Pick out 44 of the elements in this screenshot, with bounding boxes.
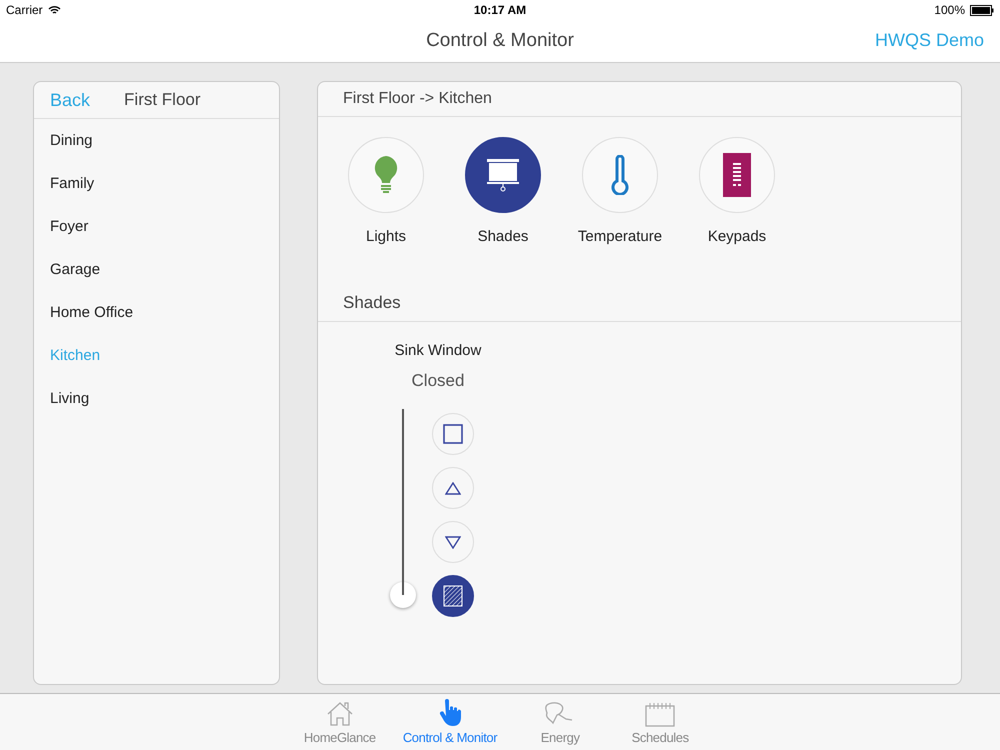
stop-shade-button[interactable] xyxy=(432,413,474,455)
calendar-tab[interactable]: Schedules xyxy=(615,694,706,750)
clock-time: 10:17 AM xyxy=(474,3,526,17)
up-triangle-icon xyxy=(445,482,461,494)
breadcrumb: First Floor -> Kitchen xyxy=(343,90,492,108)
shade-status: Closed xyxy=(410,371,466,391)
room-item[interactable]: Foyer xyxy=(34,205,279,248)
room-item[interactable]: Garage xyxy=(34,248,279,291)
house-icon xyxy=(326,701,354,727)
down-shade-button[interactable] xyxy=(432,521,474,563)
thermometer-icon xyxy=(611,155,629,195)
battery-icon xyxy=(970,4,994,16)
shade-name: Sink Window xyxy=(394,342,482,359)
back-button[interactable]: Back xyxy=(50,90,90,110)
slider-thumb[interactable] xyxy=(390,582,416,608)
category-label: Shades xyxy=(478,228,528,245)
room-item[interactable]: Kitchen xyxy=(34,334,279,377)
carrier-label: Carrier xyxy=(6,3,43,17)
light-bulb-icon xyxy=(373,155,399,195)
demo-button[interactable]: HWQS Demo xyxy=(874,30,984,51)
wifi-icon xyxy=(48,5,61,15)
square-icon xyxy=(443,424,463,444)
room-item[interactable]: Home Office xyxy=(34,291,279,334)
section-title: Shades xyxy=(343,292,401,312)
up-shade-button[interactable] xyxy=(432,467,474,509)
room-item[interactable]: Family xyxy=(34,162,279,205)
projector-screen-icon xyxy=(485,157,521,193)
keypad-icon xyxy=(723,153,751,197)
category-label: Temperature xyxy=(578,228,662,245)
home-tab[interactable]: HomeGlance xyxy=(294,694,385,750)
room-item[interactable]: Living xyxy=(34,377,279,420)
screen-title: Control & Monitor xyxy=(426,30,574,52)
down-triangle-icon xyxy=(445,536,461,548)
pointing-hand-icon xyxy=(438,699,462,727)
close-shade-button[interactable] xyxy=(432,575,474,617)
hand-tab[interactable]: Control & Monitor xyxy=(394,694,506,750)
hatched-square-icon xyxy=(443,585,463,607)
room-item[interactable]: Dining xyxy=(34,119,279,162)
floor-title: First Floor xyxy=(124,90,201,110)
energy-tab[interactable]: Energy xyxy=(515,694,606,750)
calendar-icon xyxy=(645,701,676,727)
category-label: Keypads xyxy=(708,228,766,245)
battery-percentage: 100% xyxy=(934,3,965,17)
category-label: Lights xyxy=(366,228,406,245)
